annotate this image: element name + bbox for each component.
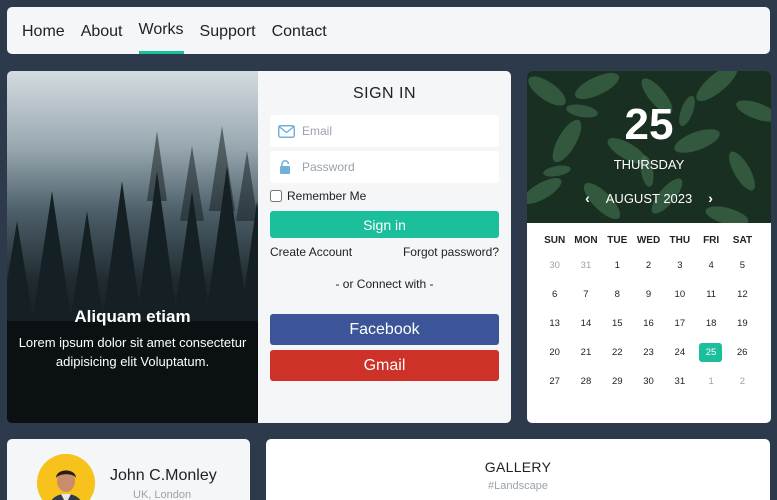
connect-divider: - or Connect with - [335, 277, 434, 291]
lock-icon [280, 159, 290, 174]
remember-checkbox[interactable] [270, 190, 282, 202]
calendar-day[interactable]: 19 [727, 314, 758, 333]
calendar-day[interactable]: 4 [695, 256, 726, 275]
avatar[interactable] [37, 454, 95, 500]
email-field-wrap [270, 115, 499, 147]
calendar-day[interactable]: 17 [664, 314, 695, 333]
hero-caption: Aliquam etiam Lorem ipsum dolor sit amet… [7, 307, 258, 371]
calendar-day[interactable]: 2 [727, 372, 758, 391]
calendar-weekday: THURSDAY [613, 157, 685, 172]
calendar-day[interactable]: 18 [695, 314, 726, 333]
remember-me: Remember Me [270, 189, 499, 203]
calendar-day[interactable]: 5 [727, 256, 758, 275]
calendar-day[interactable]: 15 [602, 314, 633, 333]
calendar-grid: SUN MON TUE WED THU FRI SAT 30 31 1 2 3 4 5 6 7 8… [527, 223, 771, 391]
calendar-day[interactable]: 22 [602, 343, 633, 362]
weekday-header: SAT [732, 235, 753, 246]
calendar-day-number: 25 [624, 100, 674, 149]
calendar-day[interactable]: 29 [602, 372, 633, 391]
calendar-week-row: 20 21 22 23 24 25 26 [539, 343, 765, 362]
calendar-day[interactable]: 1 [695, 372, 726, 391]
password-input[interactable] [302, 160, 472, 174]
gallery-subtitle: #Landscape [488, 480, 548, 492]
calendar-week-row: 27 28 29 30 31 1 2 [539, 372, 765, 391]
gmail-button[interactable]: Gmail [270, 350, 499, 381]
calendar-day[interactable]: 16 [633, 314, 664, 333]
weekday-header: WED [636, 235, 661, 246]
nav-works[interactable]: Works [138, 7, 184, 54]
calendar-month-label: AUGUST 2023 [605, 190, 693, 206]
envelope-icon [278, 124, 295, 138]
profile-card: John C.Monley UK, London [7, 439, 250, 500]
calendar-day[interactable]: 24 [664, 343, 695, 362]
calendar-day[interactable]: 6 [539, 285, 570, 304]
calendar-day[interactable]: 12 [727, 285, 758, 304]
nav-contact[interactable]: Contact [272, 7, 327, 54]
calendar-weeks: 30 31 1 2 3 4 5 6 7 8 9 10 11 12 13 14 15 16 17 18 19 20 21 22 2… [539, 256, 765, 391]
signin-card: Aliquam etiam Lorem ipsum dolor sit amet… [7, 71, 511, 423]
chevron-right-icon[interactable]: › [708, 190, 713, 206]
remember-label: Remember Me [287, 189, 367, 203]
calendar-day[interactable]: 23 [633, 343, 664, 362]
gallery-card: GALLERY #Landscape [266, 439, 770, 500]
signin-form: SIGN IN Remember Me Sign in Create Accou… [258, 71, 511, 423]
create-account-link[interactable]: Create Account [270, 245, 352, 259]
calendar-week-row: 30 31 1 2 3 4 5 [539, 256, 765, 275]
calendar-header: 25 THURSDAY ‹ AUGUST 2023 › [527, 71, 771, 223]
calendar-day[interactable]: 10 [664, 285, 695, 304]
calendar-day[interactable]: 27 [539, 372, 570, 391]
signin-button[interactable]: Sign in [270, 211, 499, 238]
weekday-header: FRI [703, 235, 720, 246]
weekday-header: TUE [607, 235, 628, 246]
calendar-day[interactable]: 31 [664, 372, 695, 391]
calendar-day[interactable]: 20 [539, 343, 570, 362]
calendar-day[interactable]: 28 [570, 372, 601, 391]
calendar-day-selected[interactable]: 25 [699, 343, 723, 362]
calendar-week-row: 13 14 15 16 17 18 19 [539, 314, 765, 333]
calendar-day[interactable]: 21 [570, 343, 601, 362]
email-input[interactable] [302, 124, 472, 138]
account-links: Create Account Forgot password? [270, 245, 499, 259]
calendar-day[interactable]: 9 [633, 285, 664, 304]
calendar-day[interactable]: 7 [570, 285, 601, 304]
weekday-header: SUN [544, 235, 566, 246]
weekday-header: THU [669, 235, 691, 246]
calendar-day[interactable]: 26 [726, 343, 757, 362]
calendar-day[interactable]: 14 [570, 314, 601, 333]
top-nav: Home About Works Support Contact [7, 7, 770, 54]
calendar-day[interactable]: 31 [570, 256, 601, 275]
calendar-day[interactable]: 13 [539, 314, 570, 333]
calendar-day[interactable]: 8 [602, 285, 633, 304]
nav-support[interactable]: Support [200, 7, 256, 54]
forgot-password-link[interactable]: Forgot password? [403, 245, 499, 259]
forest-image: Aliquam etiam Lorem ipsum dolor sit amet… [7, 71, 258, 423]
nav-home[interactable]: Home [22, 7, 65, 54]
calendar-day[interactable]: 3 [664, 256, 695, 275]
calendar-day[interactable]: 30 [633, 372, 664, 391]
calendar-week-row: 6 7 8 9 10 11 12 [539, 285, 765, 304]
hero-title: Aliquam etiam [74, 307, 191, 326]
password-field-wrap [270, 151, 499, 183]
gallery-title: GALLERY [484, 459, 552, 475]
calendar-day[interactable]: 30 [539, 256, 570, 275]
calendar-day[interactable]: 11 [695, 285, 726, 304]
calendar-widget: 25 THURSDAY ‹ AUGUST 2023 › SUN MON TUE … [527, 71, 771, 423]
calendar-month-nav: ‹ AUGUST 2023 › [527, 190, 771, 206]
calendar-day[interactable]: 1 [602, 256, 633, 275]
calendar-day[interactable]: 2 [633, 256, 664, 275]
facebook-button[interactable]: Facebook [270, 314, 499, 345]
signin-title: SIGN IN [352, 85, 417, 102]
calendar-weekday-headers: SUN MON TUE WED THU FRI SAT [539, 235, 765, 246]
profile-location: UK, London [133, 489, 192, 500]
weekday-header: MON [574, 235, 598, 246]
hero-text: Lorem ipsum dolor sit amet consectetur a… [18, 335, 247, 369]
profile-name: John C.Monley [110, 467, 217, 484]
chevron-left-icon[interactable]: ‹ [585, 190, 590, 206]
nav-about[interactable]: About [81, 7, 123, 54]
